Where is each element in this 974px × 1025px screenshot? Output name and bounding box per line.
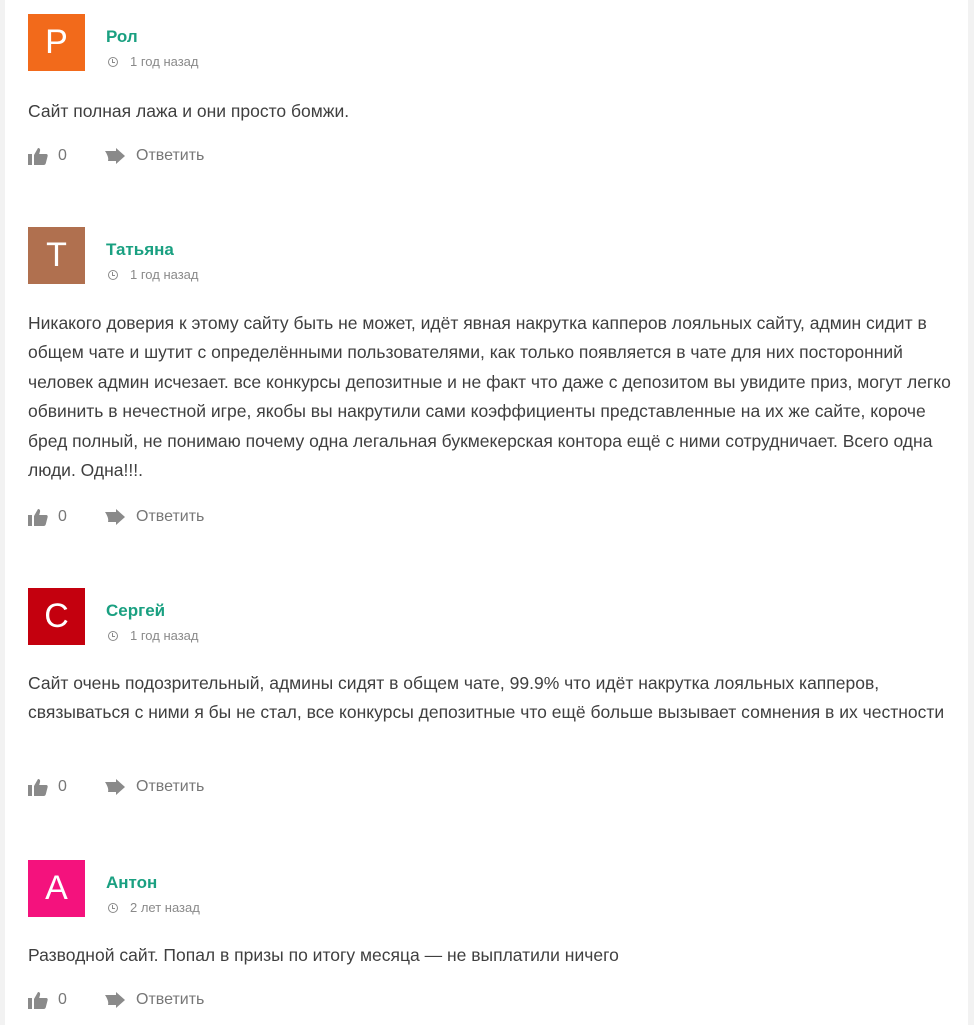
clock-icon: [108, 631, 118, 641]
comment-meta: 1 год назад: [108, 628, 198, 644]
comment-author[interactable]: Рол: [106, 27, 138, 47]
reply-arrow-icon: [105, 779, 125, 795]
comment-actions: 0 Ответить: [28, 989, 328, 1011]
comment-time: 1 год назад: [130, 628, 199, 643]
avatar: Т: [28, 227, 85, 284]
comment-meta: 1 год назад: [108, 54, 198, 70]
comment-text: Сайт очень подозрительный, админы сидят …: [28, 673, 945, 723]
like-button[interactable]: 0: [28, 989, 67, 1011]
clock-icon: [108, 270, 118, 280]
avatar: А: [28, 860, 85, 917]
like-count: 0: [58, 508, 67, 525]
comment-actions: 0 Ответить: [28, 145, 328, 167]
reply-label: Ответить: [136, 991, 205, 1008]
thumbs-up-icon: [28, 148, 48, 165]
reply-button[interactable]: Ответить: [105, 776, 204, 798]
comment-meta: 1 год назад: [108, 267, 198, 283]
comment-item: А Антон 2 лет назад Разводной сайт. Попа…: [28, 860, 958, 1020]
comment-item: С Сергей 1 год назад Сайт очень подозрит…: [28, 588, 958, 808]
like-count: 0: [58, 991, 67, 1008]
avatar: Р: [28, 14, 85, 71]
reply-arrow-icon: [105, 509, 125, 525]
like-button[interactable]: 0: [28, 145, 67, 167]
reply-button[interactable]: Ответить: [105, 145, 204, 167]
reply-label: Ответить: [136, 778, 205, 795]
like-count: 0: [58, 147, 67, 164]
like-count: 0: [58, 778, 67, 795]
like-button[interactable]: 0: [28, 506, 67, 528]
reply-label: Ответить: [136, 147, 205, 164]
reply-arrow-icon: [105, 992, 125, 1008]
thumbs-up-icon: [28, 779, 48, 796]
comment-time: 1 год назад: [130, 267, 199, 282]
comment-actions: 0 Ответить: [28, 776, 328, 798]
comment-time: 2 лет назад: [130, 900, 200, 915]
avatar: С: [28, 588, 85, 645]
comment-item: Т Татьяна 1 год назад Никакого доверия к…: [28, 227, 958, 547]
thumbs-up-icon: [28, 509, 48, 526]
comment-text: Сайт полная лажа и они просто бомжи.: [28, 101, 350, 121]
comment-author[interactable]: Сергей: [106, 601, 165, 621]
reply-label: Ответить: [136, 508, 205, 525]
reply-button[interactable]: Ответить: [105, 989, 204, 1011]
comment-author[interactable]: Антон: [106, 873, 157, 893]
clock-icon: [108, 903, 118, 913]
thumbs-up-icon: [28, 992, 48, 1009]
comment-actions: 0 Ответить: [28, 506, 328, 528]
comments-page: Р Рол 1 год назад Сайт полная лажа и они…: [5, 0, 968, 1025]
comment-meta: 2 лет назад: [108, 900, 200, 916]
comment-author[interactable]: Татьяна: [106, 240, 174, 260]
reply-arrow-icon: [105, 148, 125, 164]
comment-time: 1 год назад: [130, 54, 199, 69]
like-button[interactable]: 0: [28, 776, 67, 798]
comment-item: Р Рол 1 год назад Сайт полная лажа и они…: [28, 14, 958, 184]
comment-text: Разводной сайт. Попал в призы по итогу м…: [28, 945, 619, 965]
clock-icon: [108, 57, 118, 67]
comment-text: Никакого доверия к этому сайту быть не м…: [28, 313, 951, 481]
reply-button[interactable]: Ответить: [105, 506, 204, 528]
